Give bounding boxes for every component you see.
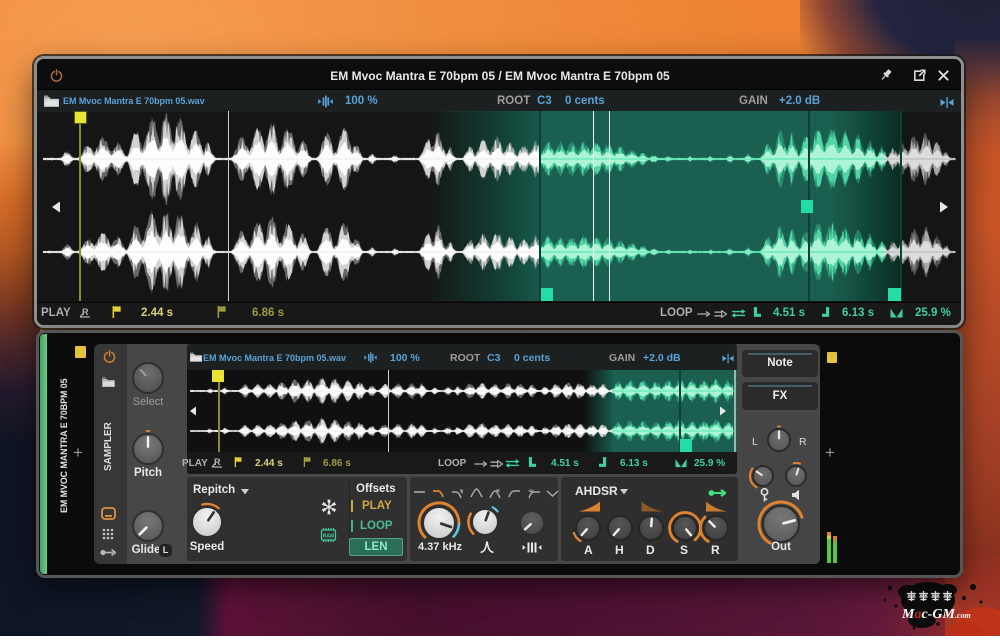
svg-text:RAM: RAM xyxy=(323,534,334,540)
svg-text:Mac-GM.com: Mac-GM.com xyxy=(901,607,971,622)
svg-text:R: R xyxy=(82,307,89,317)
svg-text:R: R xyxy=(214,457,221,467)
